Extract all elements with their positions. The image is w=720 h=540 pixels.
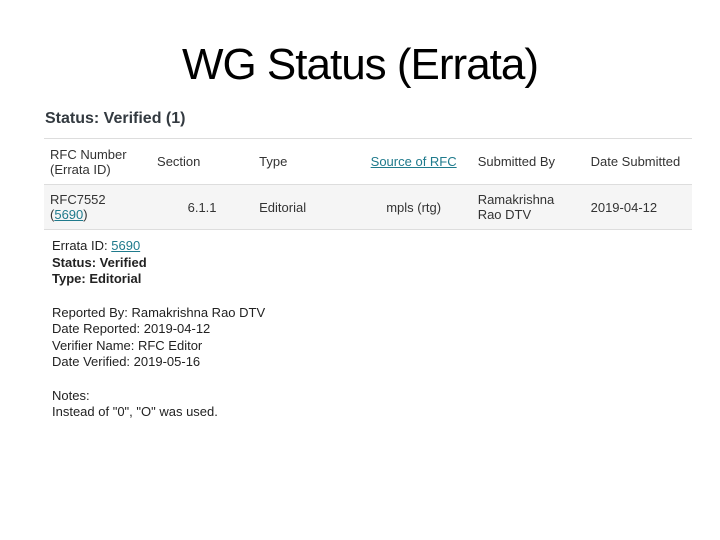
details-notes-text: Instead of "0", "O" was used. [52,404,218,419]
errata-id-line: Errata ID: 5690 [52,238,265,255]
details-date-verified: Date Verified: 2019-05-16 [52,354,201,369]
cell-submitted-by: Ramakrishna Rao DTV [477,192,555,222]
details-notes-label: Notes: [52,387,90,403]
source-of-rfc-sort-link[interactable]: Source of RFC [371,154,457,169]
cell-date-submitted: 2019-04-12 [590,199,658,215]
cell-section: 6.1.1 [187,199,217,215]
errata-id-link[interactable]: 5690 [54,207,83,222]
cell-source: mpls (rtg) [386,199,442,215]
details-verifier-name: Verifier Name: RFC Editor [52,337,203,353]
details-reported-by: Reported By: Ramakrishna Rao DTV [52,304,266,320]
cell-type: Editorial [259,199,307,215]
column-header-source: Source of RFC [356,139,472,185]
column-header-submitted-by: Submitted By [477,154,556,169]
errata-details: Errata ID: 5690 Status: Verified Type: E… [52,238,265,421]
cell-rfc-number: RFC7552 (5690) [44,185,151,230]
column-header-date-submitted: Date Submitted [590,154,681,169]
column-header-rfc-number: RFC Number (Errata ID) [44,139,151,185]
details-date-reported: Date Reported: 2019-04-12 [52,321,211,336]
details-type: Type: Editorial [52,271,142,286]
status-heading: Status: Verified (1) [45,110,186,127]
column-header-section: Section [157,154,201,169]
column-header-rfc-number-line1: RFC Number [50,146,127,162]
errata-id-wrapper: (5690) [50,207,145,222]
errata-id-label: Errata ID: [52,238,112,253]
rfc-number: RFC7552 [50,192,106,207]
details-errata-id-link[interactable]: 5690 [111,238,140,253]
table-row: RFC7552 (5690) 6.1.1 Editorial mpls (rtg… [44,184,692,230]
details-status: Status: Verified [52,254,147,270]
column-header-type: Type [259,154,288,169]
errata-table: RFC Number (Errata ID) Section Type Sour… [44,138,692,230]
paren-close: ) [83,207,88,222]
table-header-row: RFC Number (Errata ID) Section Type Sour… [44,138,692,185]
column-header-rfc-number-line2: (Errata ID) [50,161,111,177]
page-title: WG Status (Errata) [181,40,539,89]
